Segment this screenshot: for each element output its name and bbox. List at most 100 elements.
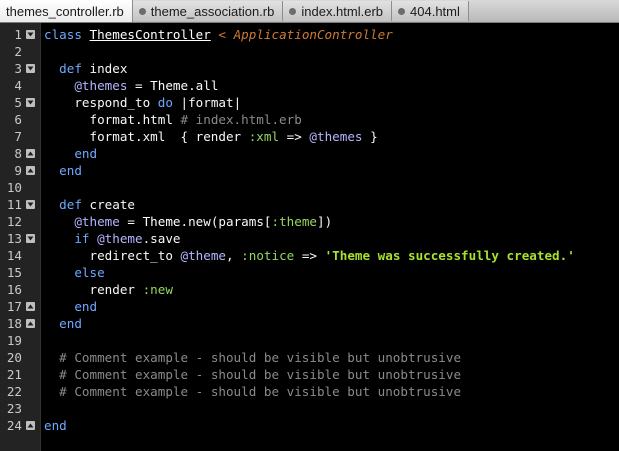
tab-theme-association-rb[interactable]: theme_association.rb — [132, 1, 284, 21]
code-token-com: # Comment example - should be visible bu… — [59, 367, 462, 382]
code-text: end — [44, 417, 67, 434]
code-line: 22 # Comment example - should be visible… — [0, 383, 619, 400]
code-token-plain: create — [89, 197, 136, 212]
code-token-kw: if — [74, 231, 98, 246]
line-number: 12 — [6, 214, 22, 229]
line-number: 2 — [14, 44, 22, 59]
code-token-ivar: @themes — [309, 129, 363, 144]
line-number: 6 — [14, 112, 22, 127]
code-text: end — [44, 145, 97, 162]
fold-open-triangle-icon[interactable] — [26, 200, 35, 209]
code-text: @themes = Theme.all — [44, 77, 218, 94]
code-token-ivar: @theme — [97, 231, 143, 246]
fold-close-triangle-icon[interactable] — [26, 166, 35, 175]
line-number: 21 — [6, 367, 22, 382]
code-token-plain: render — [44, 282, 143, 297]
line-number: 7 — [14, 129, 22, 144]
code-token-kw: end — [44, 418, 67, 433]
code-line: 21 # Comment example - should be visible… — [0, 366, 619, 383]
code-text: format.html # index.html.erb — [44, 111, 301, 128]
code-token-kw: def — [59, 61, 90, 76]
code-line: 2 — [0, 43, 619, 60]
line-number: 8 — [14, 146, 22, 161]
code-line: 18 end — [0, 315, 619, 332]
fold-open-triangle-icon[interactable] — [26, 64, 35, 73]
code-token-ivar: @theme — [180, 248, 226, 263]
line-number: 11 — [6, 197, 22, 212]
fold-close-triangle-icon[interactable] — [26, 149, 35, 158]
line-number: 14 — [6, 248, 22, 263]
code-token-plain: index — [89, 61, 128, 76]
code-token-com: # Comment example - should be visible bu… — [59, 384, 462, 399]
fold-close-triangle-icon[interactable] — [26, 421, 35, 430]
code-token-plain: => — [294, 248, 325, 263]
code-text: render :new — [44, 281, 172, 298]
line-number: 22 — [6, 384, 22, 399]
line-number: 13 — [6, 231, 22, 246]
code-token-plain: = — [119, 214, 143, 229]
code-token-plain: .save — [142, 231, 181, 246]
code-token-sym: :theme — [271, 214, 318, 229]
code-token-kw: else — [74, 265, 105, 280]
code-line: 17 end — [0, 298, 619, 315]
tab-index-html-erb[interactable]: index.html.erb — [283, 1, 393, 21]
tab-bar: themes_controller.rb theme_association.rb… — [0, 0, 619, 23]
fold-open-triangle-icon[interactable] — [26, 234, 35, 243]
code-token-kw: end — [59, 163, 82, 178]
code-line: 10 — [0, 179, 619, 196]
code-line: 5 respond_to do |format| — [0, 94, 619, 111]
fold-open-triangle-icon[interactable] — [26, 98, 35, 107]
code-token-kw: end — [74, 299, 98, 314]
code-line: 13 if @theme.save — [0, 230, 619, 247]
code-text: respond_to do |format| — [44, 94, 241, 111]
code-token-plain: format.xml { render — [44, 129, 249, 144]
line-number: 4 — [14, 78, 22, 93]
code-line: 11 def create — [0, 196, 619, 213]
line-number: 5 — [14, 95, 22, 110]
code-text: else — [44, 264, 105, 281]
line-number: 16 — [6, 282, 22, 297]
code-line: 12 @theme = Theme.new(params[:theme]) — [0, 213, 619, 230]
code-line: 4 @themes = Theme.all — [0, 77, 619, 94]
code-line: 20 # Comment example - should be visible… — [0, 349, 619, 366]
code-line: 1 class ThemesController < ApplicationCon… — [0, 26, 619, 43]
code-token-plain: format.html — [44, 112, 181, 127]
code-token-plain: redirect_to — [44, 248, 181, 263]
code-token-plain: , — [225, 248, 242, 263]
fold-close-triangle-icon[interactable] — [26, 302, 35, 311]
code-text: end — [44, 315, 82, 332]
code-text: end — [44, 162, 82, 179]
code-token-str: 'Theme was successfully created.' — [324, 248, 575, 263]
fold-close-triangle-icon[interactable] — [26, 319, 35, 328]
line-number: 17 — [6, 299, 22, 314]
line-number: 19 — [6, 333, 22, 348]
code-editor[interactable]: 1 class ThemesController < ApplicationCon… — [0, 23, 619, 451]
code-line: 6 format.html # index.html.erb — [0, 111, 619, 128]
code-line: 9 end — [0, 162, 619, 179]
code-text: # Comment example - should be visible bu… — [44, 366, 461, 383]
code-text: def create — [44, 196, 135, 213]
tab-label: index.html.erb — [301, 3, 384, 19]
code-token-plain: = — [127, 78, 151, 93]
fold-open-triangle-icon[interactable] — [26, 30, 35, 39]
code-token-cls: ThemesController — [89, 27, 211, 42]
tab-modified-dot-icon — [289, 7, 297, 15]
code-token-inh: < ApplicationController — [210, 27, 393, 42]
tab-label: 404.html — [410, 3, 460, 19]
code-line: 3 def index — [0, 60, 619, 77]
code-line: 14 redirect_to @theme, :notice => 'Theme… — [0, 247, 619, 264]
code-token-plain: ]) — [317, 214, 333, 229]
tab-label: themes_controller.rb — [6, 3, 124, 19]
tab-themes-controller-rb[interactable]: themes_controller.rb — [0, 0, 133, 22]
tab-404-html[interactable]: 404.html — [392, 1, 469, 21]
